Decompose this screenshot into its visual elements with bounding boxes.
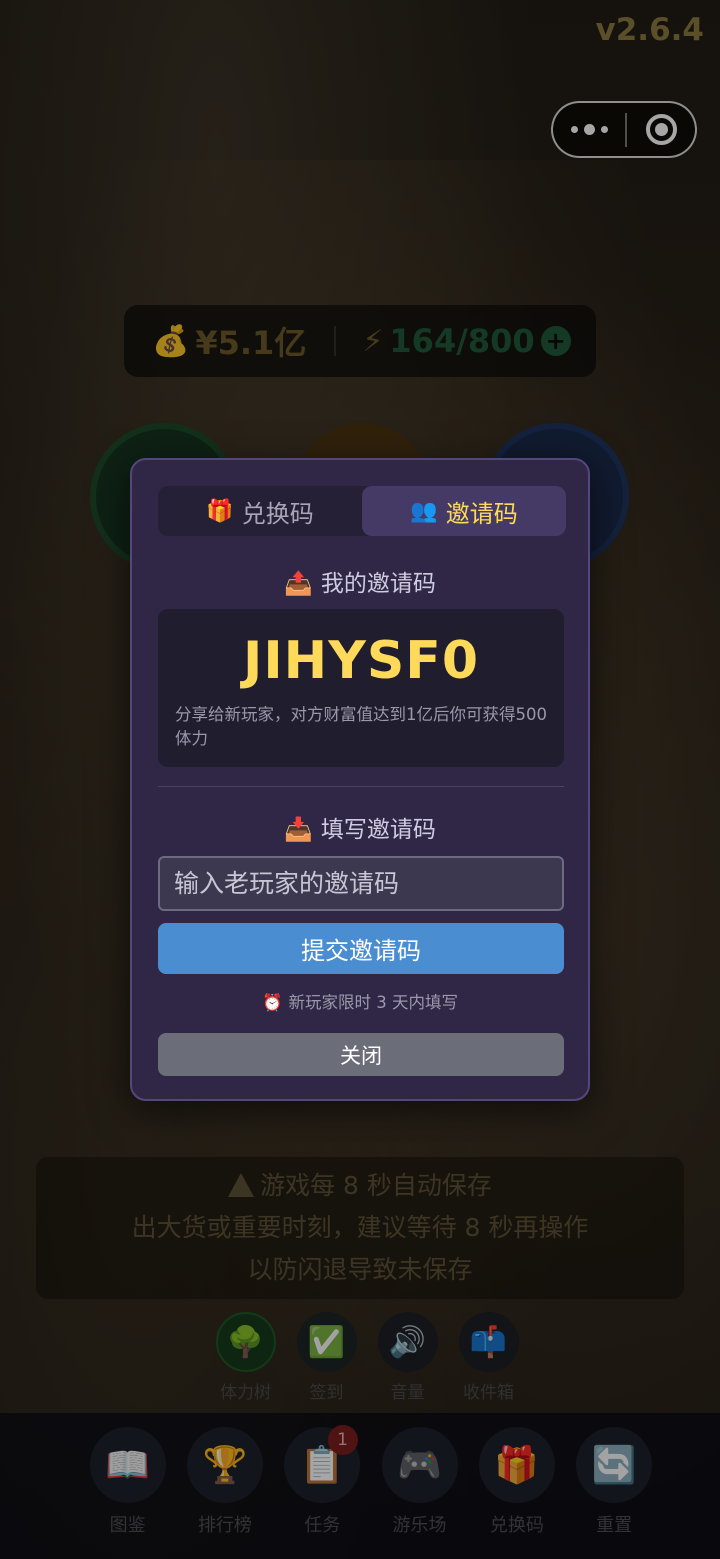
my-code-title: 📤 我的邀请码 — [132, 564, 588, 598]
my-code-description: 分享给新玩家，对方财富值达到1亿后你可获得500 体力 — [175, 705, 547, 748]
fill-code-title: 📥 填写邀请码 — [132, 810, 588, 844]
my-code-title-text: 我的邀请码 — [320, 571, 436, 597]
tab-label: 邀请码 — [445, 499, 518, 528]
close-button[interactable]: 关闭 — [158, 1033, 564, 1076]
tab-invite-code[interactable]: 👥 邀请码 — [362, 486, 566, 536]
tab-redeem-code[interactable]: 🎁 兑换码 — [158, 486, 362, 536]
tab-label: 兑换码 — [241, 499, 314, 528]
gift-icon: 🎁 — [206, 498, 234, 524]
section-divider — [158, 786, 564, 787]
my-invite-code[interactable]: JIHYSF0 — [158, 631, 564, 691]
time-limit-hint: ⏰ 新玩家限时 3 天内填写 — [132, 989, 588, 1013]
alarm-clock-icon: ⏰ — [261, 993, 283, 1012]
hint-text: 新玩家限时 3 天内填写 — [288, 993, 459, 1012]
my-code-card: JIHYSF0 分享给新玩家，对方财富值达到1亿后你可获得500 体力 — [158, 609, 564, 767]
fill-code-title-text: 填写邀请码 — [320, 817, 436, 843]
dialog-tabs: 🎁 兑换码 👥 邀请码 — [158, 486, 566, 536]
people-icon: 👥 — [410, 498, 438, 524]
submit-invite-code-button[interactable]: 提交邀请码 — [158, 923, 564, 974]
outbox-tray-icon: 📤 — [284, 571, 313, 597]
invite-code-input[interactable] — [158, 856, 564, 911]
invite-code-dialog: 🎁 兑换码 👥 邀请码 📤 我的邀请码 JIHYSF0 分享给新玩家，对方财富值达… — [130, 458, 590, 1101]
inbox-tray-icon: 📥 — [284, 817, 313, 843]
